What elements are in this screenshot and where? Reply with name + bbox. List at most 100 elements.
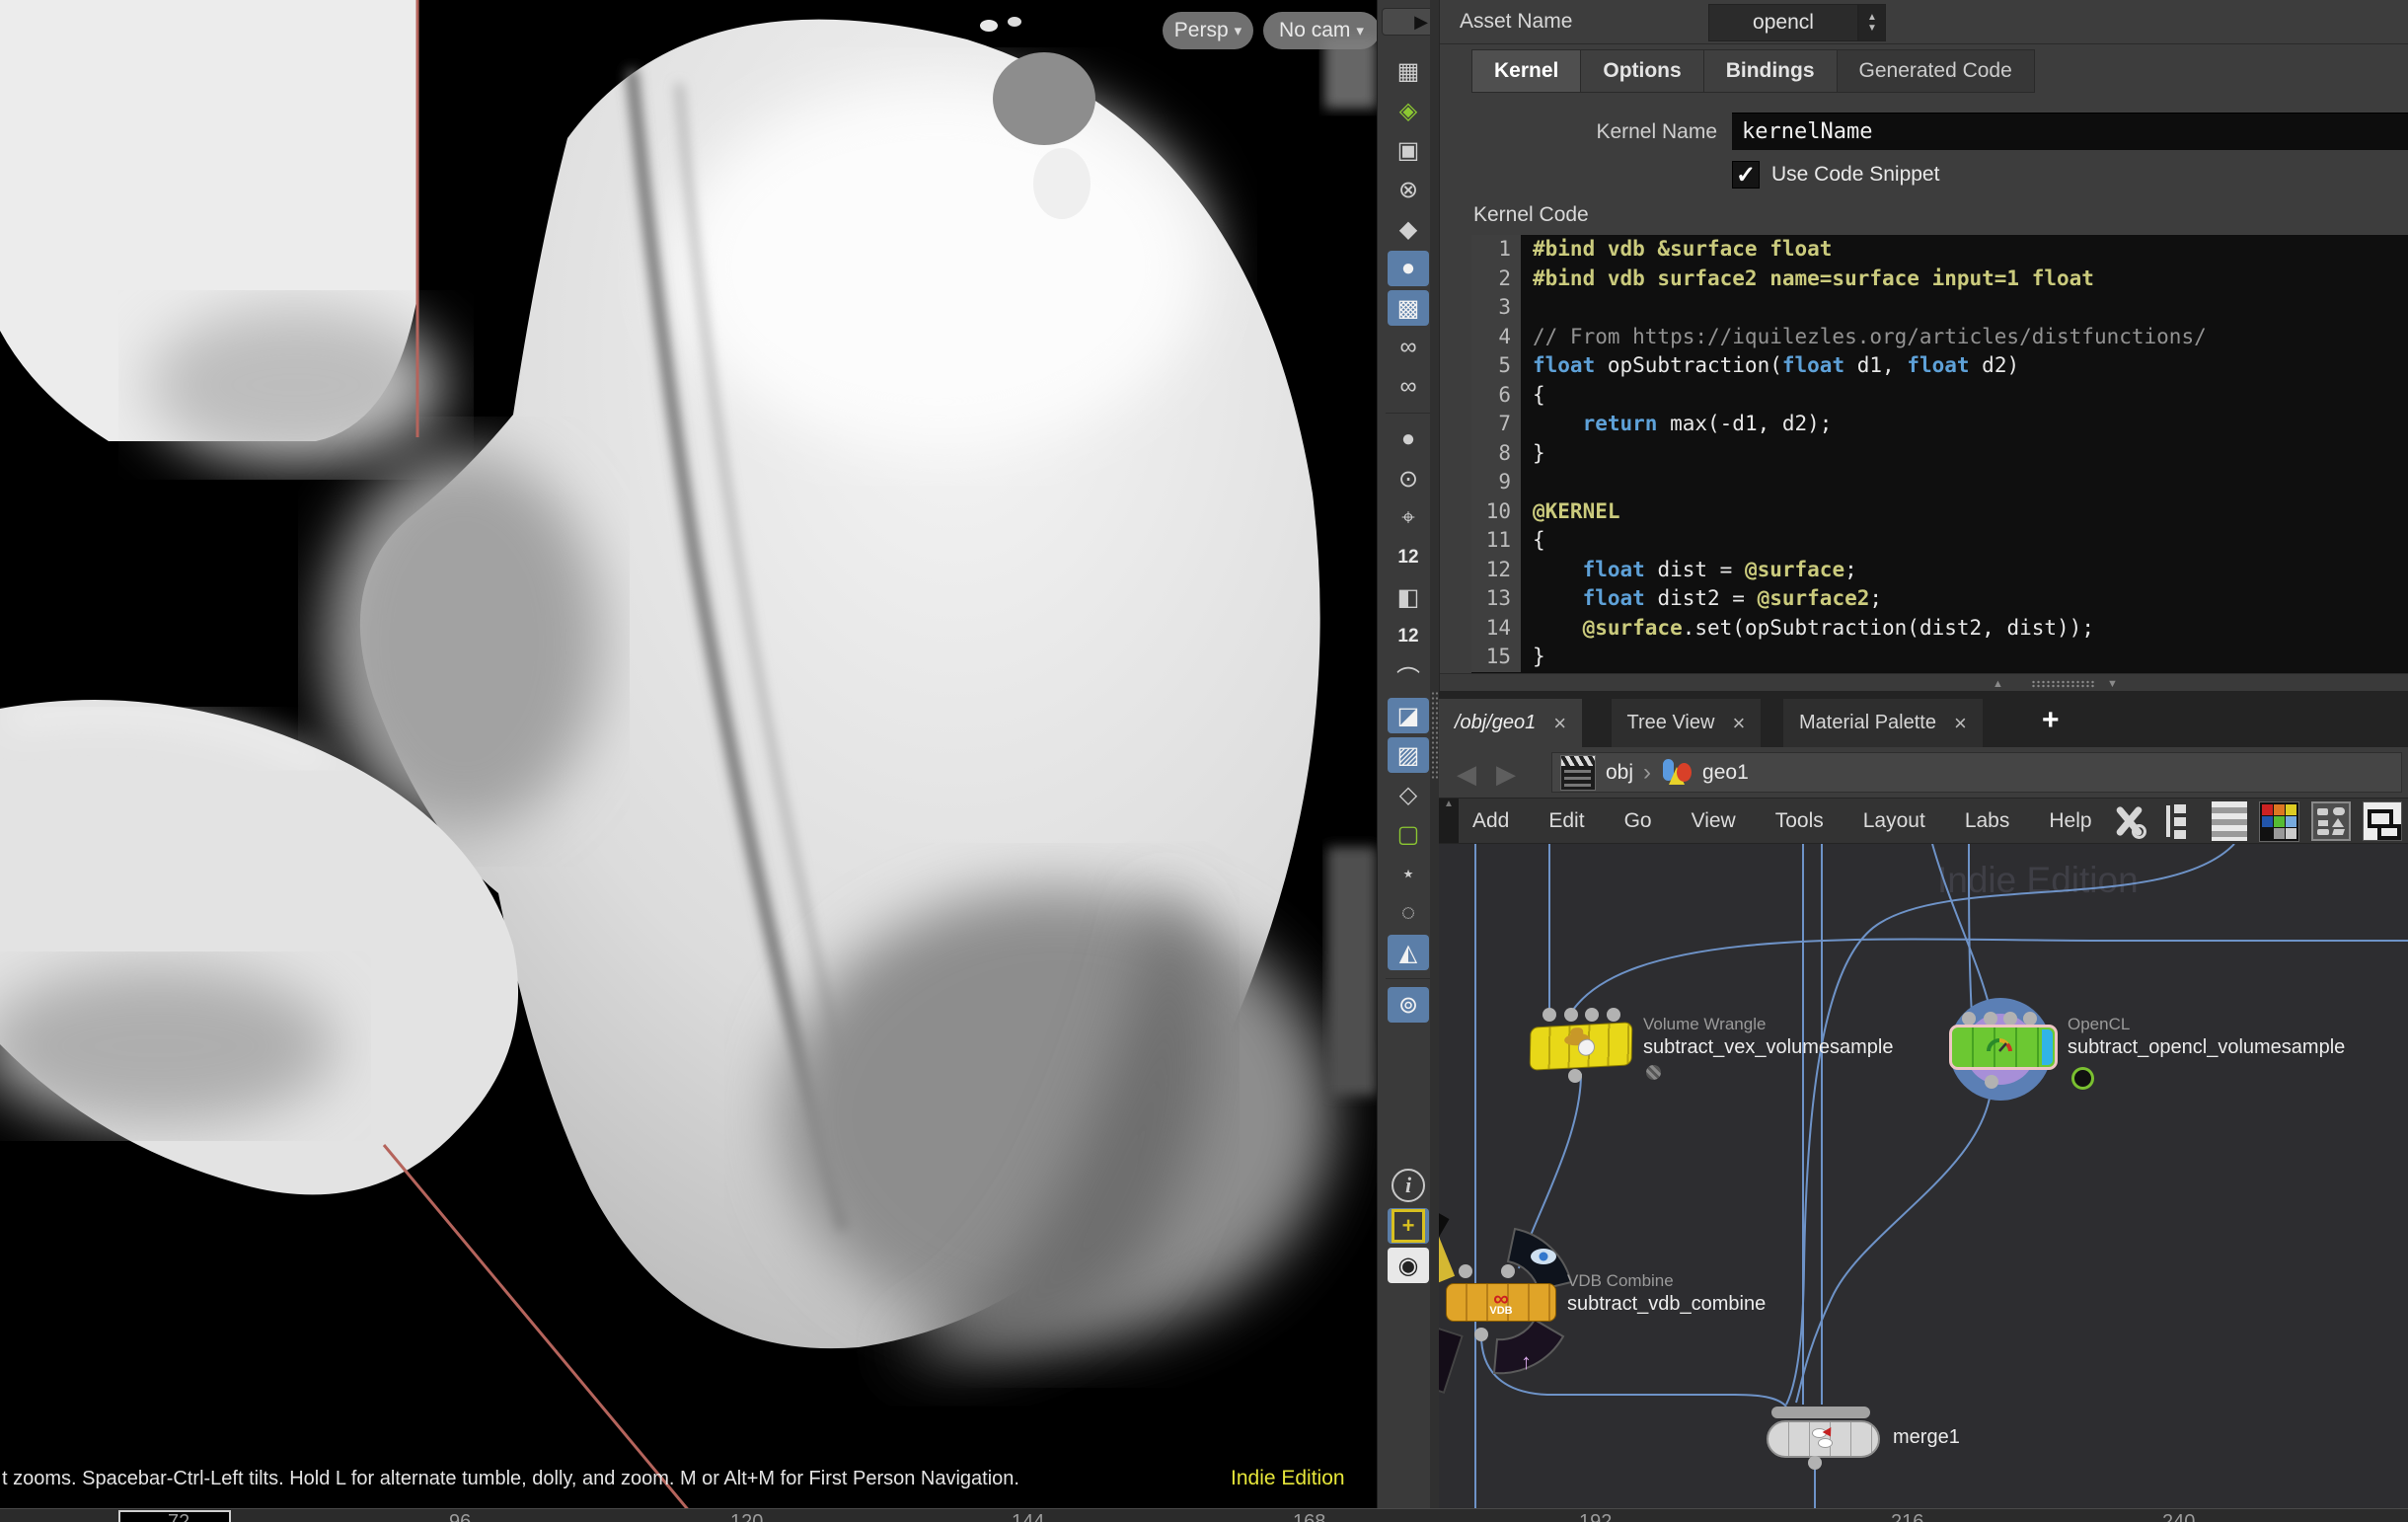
shadows-icon[interactable]: ∞ xyxy=(1388,369,1429,405)
input-dot[interactable] xyxy=(1501,1264,1515,1278)
output-dot[interactable] xyxy=(1808,1456,1822,1470)
back-icon[interactable]: ◀ xyxy=(1457,759,1476,790)
output-dot[interactable] xyxy=(1568,1069,1582,1083)
profile-curves-icon[interactable]: ⌒ xyxy=(1388,658,1429,694)
breadcrumb-root[interactable]: obj xyxy=(1606,761,1633,785)
new-tab-button[interactable]: + xyxy=(2028,699,2073,742)
point-trail-icon[interactable]: ⌖ xyxy=(1388,500,1429,536)
node-vdb-combine[interactable]: ∞ VDB xyxy=(1446,1283,1556,1322)
expand-arrow-button[interactable]: ▶ xyxy=(1382,8,1435,36)
frame-tick-label: 144 xyxy=(1012,1511,1044,1522)
high-quality-lighting-icon[interactable]: ▩ xyxy=(1388,290,1429,326)
tree-hierarchy-icon[interactable] xyxy=(2160,801,2200,841)
pane-tab--obj-geo1[interactable]: /obj/geo1× xyxy=(1439,699,1582,747)
kernel-name-input[interactable]: kernelName xyxy=(1732,113,2408,150)
group-list-icon[interactable]: ◌ xyxy=(1388,895,1429,931)
info-icon[interactable]: i xyxy=(1392,1169,1425,1202)
kernel-code-editor[interactable]: 1#bind vdb &surface float2#bind vdb surf… xyxy=(1471,235,2408,673)
shapes-icon[interactable] xyxy=(2311,801,2351,841)
scene-viewport[interactable]: Persp▾ No cam▾ t zooms. Spacebar-Ctrl-Le… xyxy=(0,0,1377,1508)
snap-options-icon[interactable]: ◈ xyxy=(1388,93,1429,128)
line-number: 9 xyxy=(1471,468,1521,497)
input-dot[interactable] xyxy=(1984,1012,1997,1026)
network-editor[interactable]: Indie Edition ↑ xyxy=(1439,844,2408,1508)
close-icon[interactable]: × xyxy=(1732,711,1745,736)
normal-lighting-icon[interactable]: ● xyxy=(1388,251,1429,286)
no-shadows-icon[interactable]: ∞ xyxy=(1388,330,1429,365)
input-dot[interactable] xyxy=(1564,1008,1578,1022)
display-primitives-icon[interactable]: ◧ xyxy=(1388,579,1429,615)
subdivision-icon[interactable]: ▢ xyxy=(1388,816,1429,852)
lock-camera-icon[interactable]: ▣ xyxy=(1388,132,1429,168)
output-dot[interactable] xyxy=(1474,1328,1488,1341)
param-tab-bindings[interactable]: Bindings xyxy=(1704,49,1838,93)
menu-labs[interactable]: Labs xyxy=(1965,809,2010,833)
splitter-up-icon[interactable]: ▲ xyxy=(1993,678,2003,690)
perspective-menu-button[interactable]: Persp▾ xyxy=(1163,12,1253,49)
code-line: 9 xyxy=(1471,468,2408,497)
spin-down-icon[interactable]: ▼ xyxy=(1867,23,1877,34)
node-merge[interactable] xyxy=(1767,1420,1880,1458)
timeline-ruler[interactable]: 7296120144168192216240 xyxy=(0,1508,2408,1522)
headlight-icon[interactable]: ◆ xyxy=(1388,211,1429,247)
input-dot[interactable] xyxy=(1459,1264,1472,1278)
menu-tools[interactable]: Tools xyxy=(1775,809,1824,833)
horizontal-splitter[interactable]: ▲ ▼ xyxy=(1440,673,2408,692)
display-options-icon[interactable]: ▦ xyxy=(1388,53,1429,89)
breadcrumb-node[interactable]: geo1 xyxy=(1702,761,1749,785)
pane-tab-material-palette[interactable]: Material Palette× xyxy=(1783,699,1983,747)
menu-edit[interactable]: Edit xyxy=(1548,809,1584,833)
template-flag-arrow-icon[interactable]: ↑ xyxy=(1521,1349,1532,1374)
pane-tab-bar: /obj/geo1× Tree View× Material Palette× + xyxy=(1439,691,2408,747)
node-volume-wrangle[interactable] xyxy=(1530,1022,1633,1071)
param-tab-kernel[interactable]: Kernel xyxy=(1471,49,1581,93)
spin-up-icon[interactable]: ▲ xyxy=(1867,12,1877,23)
splitter-drag-handle[interactable] xyxy=(2031,680,2094,688)
primitive-colors-icon[interactable]: ▨ xyxy=(1388,737,1429,773)
close-icon[interactable]: × xyxy=(1954,711,1967,736)
menu-go[interactable]: Go xyxy=(1624,809,1652,833)
merge-multi-input-bar[interactable] xyxy=(1771,1407,1870,1418)
input-dot[interactable] xyxy=(1962,1012,1976,1026)
quad-view-icon[interactable]: + xyxy=(1388,1208,1429,1244)
tools-icon[interactable] xyxy=(2109,801,2148,841)
param-tab-generated-code[interactable]: Generated Code xyxy=(1838,49,2035,93)
point-numbers-icon[interactable]: 12 xyxy=(1388,540,1429,575)
param-tab-options[interactable]: Options xyxy=(1581,49,1703,93)
shaded-primitives-icon[interactable]: ◪ xyxy=(1388,698,1429,733)
pane-splitter[interactable] xyxy=(1430,0,1439,1508)
view-pin-icon[interactable]: ⊚ xyxy=(1388,987,1429,1023)
use-code-snippet-checkbox[interactable]: ✓ xyxy=(1732,161,1760,189)
display-hulls-icon[interactable]: ◇ xyxy=(1388,777,1429,812)
input-dot[interactable] xyxy=(1543,1008,1556,1022)
asset-name-dropdown[interactable]: opencl xyxy=(1708,4,1858,41)
close-icon[interactable]: × xyxy=(1553,711,1566,736)
visualizers-eye-icon[interactable]: ◉ xyxy=(1388,1248,1429,1283)
input-dot[interactable] xyxy=(2023,1012,2037,1026)
point-normals-icon[interactable]: ⊙ xyxy=(1388,461,1429,496)
menu-view[interactable]: View xyxy=(1692,809,1736,833)
pane-layout-icon[interactable] xyxy=(2363,801,2402,841)
menu-help[interactable]: Help xyxy=(2049,809,2091,833)
menu-layout[interactable]: Layout xyxy=(1863,809,1925,833)
output-dot[interactable] xyxy=(1985,1075,1998,1089)
input-dot[interactable] xyxy=(1585,1008,1599,1022)
input-dot[interactable] xyxy=(2003,1012,2017,1026)
pane-tab-tree-view[interactable]: Tree View× xyxy=(1612,699,1762,747)
splitter-handle[interactable] xyxy=(1431,691,1438,780)
primitive-numbers-icon[interactable]: 12 xyxy=(1388,619,1429,654)
code-line: 13 float dist2 = @surface2; xyxy=(1471,584,2408,614)
menu-add[interactable]: Add xyxy=(1472,809,1509,833)
splitter-down-icon[interactable]: ▼ xyxy=(2107,678,2118,690)
color-palette-icon[interactable] xyxy=(2259,801,2299,842)
origin-axes-icon[interactable]: ⋆ xyxy=(1388,856,1429,891)
node-opencl[interactable] xyxy=(1949,1025,2058,1070)
no-lighting-icon[interactable]: ⊗ xyxy=(1388,172,1429,207)
display-points-icon[interactable]: ● xyxy=(1388,421,1429,457)
list-view-icon[interactable] xyxy=(2212,801,2247,841)
asset-spinner[interactable]: ▲ ▼ xyxy=(1858,4,1886,41)
forward-icon[interactable]: ▶ xyxy=(1496,759,1516,790)
input-dot[interactable] xyxy=(1607,1008,1620,1022)
background-image-icon[interactable]: ◭ xyxy=(1388,935,1429,970)
camera-menu-button[interactable]: No cam▾ xyxy=(1263,12,1377,49)
